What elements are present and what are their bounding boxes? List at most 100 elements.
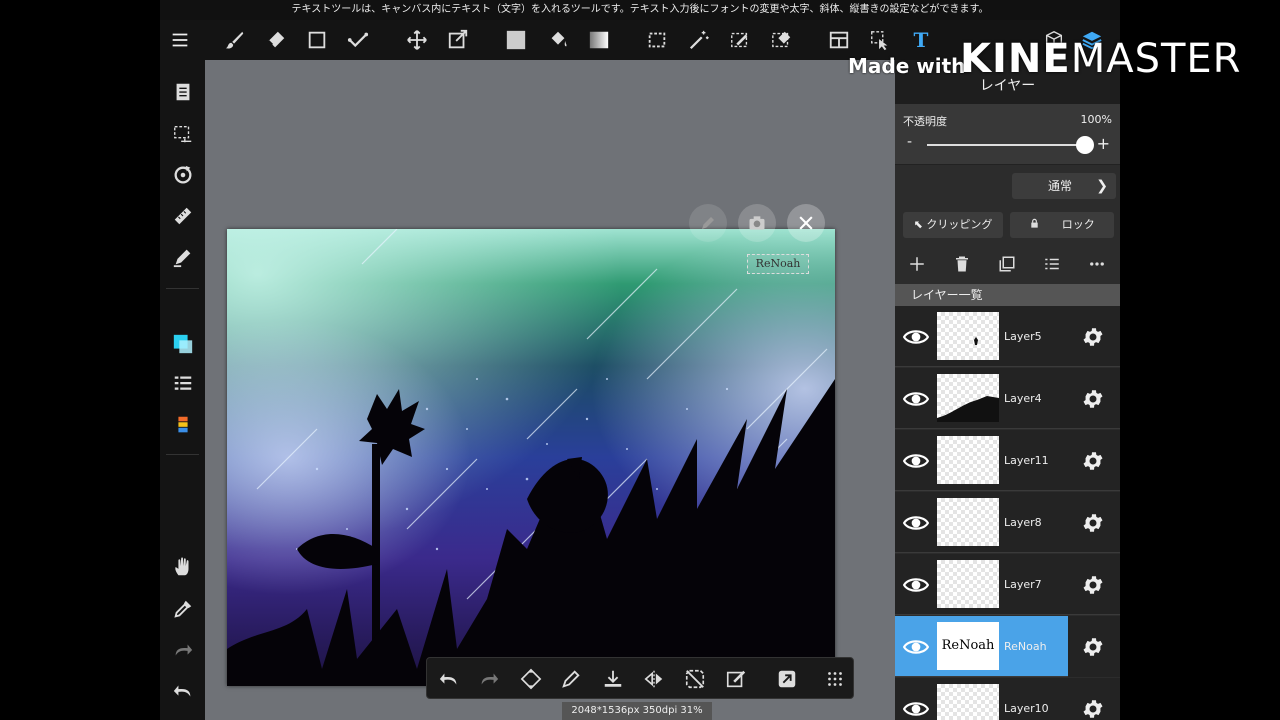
more-icon[interactable] [1077, 244, 1117, 284]
layer-list: Layer5 Layer4 Layer11 Layer8 Layer7 ReNoah ReN… [895, 306, 1120, 720]
magic-wand-icon[interactable] [681, 20, 717, 60]
hand-icon[interactable] [160, 549, 205, 585]
gear-icon[interactable] [1079, 633, 1107, 661]
visibility-eye-icon[interactable] [903, 510, 929, 536]
watermark-brand: KINEMASTER [960, 36, 1241, 82]
clipping-icon: ⬉ [913, 218, 927, 231]
add-layer-icon[interactable] [897, 244, 937, 284]
pencil-float-icon[interactable] [689, 204, 727, 242]
visibility-eye-icon[interactable] [903, 572, 929, 598]
delete-layer-icon[interactable] [942, 244, 982, 284]
select-rect-icon[interactable] [639, 20, 675, 60]
opacity-minus-button[interactable]: - [907, 134, 912, 150]
drawing-canvas[interactable] [227, 229, 835, 686]
eraser-icon[interactable] [258, 20, 294, 60]
camera-icon[interactable] [738, 204, 776, 242]
opacity-value: 100% [1080, 113, 1112, 126]
visibility-eye-icon[interactable] [903, 634, 929, 660]
opacity-slider[interactable] [927, 144, 1085, 146]
layer-name: Layer11 [1004, 454, 1049, 467]
eyedropper-icon[interactable] [160, 591, 205, 627]
kinemaster-watermark: Made with KINEMASTER [848, 36, 1248, 86]
layer-row[interactable]: Layer4 [895, 368, 1120, 429]
pen-icon[interactable] [551, 658, 591, 700]
gear-icon[interactable] [1079, 571, 1107, 599]
visibility-eye-icon[interactable] [903, 696, 929, 720]
gear-icon[interactable] [1079, 385, 1107, 413]
save-download-icon[interactable] [593, 658, 633, 700]
gear-icon[interactable] [1079, 509, 1107, 537]
redo-icon[interactable] [160, 632, 205, 668]
pen-settings-icon[interactable] [160, 239, 205, 275]
visibility-eye-icon[interactable] [903, 448, 929, 474]
layer-row[interactable]: Layer8 [895, 492, 1120, 553]
layer-actions-row [895, 244, 1120, 284]
layer-row[interactable]: ReNoah ReNoah [895, 616, 1120, 677]
gear-icon[interactable] [1079, 695, 1107, 720]
layer-list-menu-icon[interactable] [1032, 244, 1072, 284]
transform-icon[interactable] [440, 20, 476, 60]
layer-thumb-text: ReNoah [937, 622, 999, 670]
layer-list-icon[interactable] [160, 366, 205, 402]
page-icon[interactable] [160, 74, 205, 110]
fill-color-swatch[interactable] [498, 20, 534, 60]
undo-icon[interactable] [160, 673, 205, 709]
visibility-eye-icon[interactable] [903, 324, 929, 350]
layer-thumbnail: ReNoah [937, 622, 999, 670]
separator [166, 454, 199, 455]
layer-row[interactable]: Layer11 [895, 430, 1120, 491]
layer-thumbnail [937, 560, 999, 608]
check-select-icon[interactable] [340, 20, 376, 60]
layer-row[interactable]: Layer7 [895, 554, 1120, 615]
bucket-icon[interactable] [540, 20, 576, 60]
close-icon[interactable] [787, 204, 825, 242]
layer-name: Layer10 [1004, 702, 1049, 715]
clipping-button[interactable]: ⬉ クリッピング [903, 212, 1003, 238]
layer-row[interactable]: Layer5 [895, 306, 1120, 367]
layer-list-header: レイヤー一覧 [895, 284, 1120, 306]
layer-name: Layer8 [1004, 516, 1042, 529]
select-area-icon[interactable] [160, 116, 205, 152]
rotate-view-icon[interactable] [160, 157, 205, 193]
select-pen-icon[interactable] [722, 20, 758, 60]
select-eraser-icon[interactable] [764, 20, 800, 60]
lock-label: ロック [1061, 218, 1095, 231]
brush-icon[interactable] [217, 20, 253, 60]
layer-thumbnail [937, 374, 999, 422]
layer-name: Layer5 [1004, 330, 1042, 343]
grid-menu-icon[interactable] [815, 658, 855, 700]
menu-icon[interactable] [162, 20, 198, 60]
app-window: テキストツールは、キャンバス内にテキスト（文字）を入れるツールです。テキスト入力… [160, 0, 1120, 720]
ruler-icon[interactable] [160, 198, 205, 234]
rotate-lock-icon[interactable] [675, 658, 715, 700]
gear-icon[interactable] [1079, 447, 1107, 475]
lock-button[interactable]: ロック [1010, 212, 1114, 238]
opacity-plus-button[interactable]: + [1097, 134, 1110, 153]
layer-name: Layer7 [1004, 578, 1042, 591]
edit-layer-icon[interactable] [716, 658, 756, 700]
material-icon[interactable] [160, 407, 205, 443]
gradient-icon[interactable] [581, 20, 617, 60]
layer-panel: レイヤー 不透明度 100% - + 通常 ❯ ⬉ クリッピング ロック レイヤ… [895, 60, 1120, 720]
rectangle-icon[interactable] [299, 20, 335, 60]
blend-mode-label: 通常 [1048, 179, 1073, 193]
opacity-slider-knob[interactable] [1076, 136, 1094, 154]
redo-icon[interactable] [469, 658, 509, 700]
chevron-right-icon: ❯ [1096, 178, 1108, 194]
layer-thumbnail [937, 312, 999, 360]
visibility-eye-icon[interactable] [903, 386, 929, 412]
transform-handles-icon[interactable] [511, 658, 551, 700]
share-icon[interactable] [767, 658, 807, 700]
separator [166, 288, 199, 289]
move-icon[interactable] [399, 20, 435, 60]
duplicate-layer-icon[interactable] [987, 244, 1027, 284]
layer-row[interactable]: Layer10 [895, 678, 1120, 720]
flip-horizontal-icon[interactable] [634, 658, 674, 700]
layer-name: ReNoah [1004, 640, 1047, 653]
color-swatch-icon[interactable] [160, 326, 205, 362]
gear-icon[interactable] [1079, 323, 1107, 351]
clipping-label: クリッピング [926, 218, 993, 231]
canvas-text-object[interactable]: ReNoah [747, 254, 809, 274]
blend-mode-button[interactable]: 通常 ❯ [1012, 173, 1116, 199]
undo-icon[interactable] [429, 658, 469, 700]
